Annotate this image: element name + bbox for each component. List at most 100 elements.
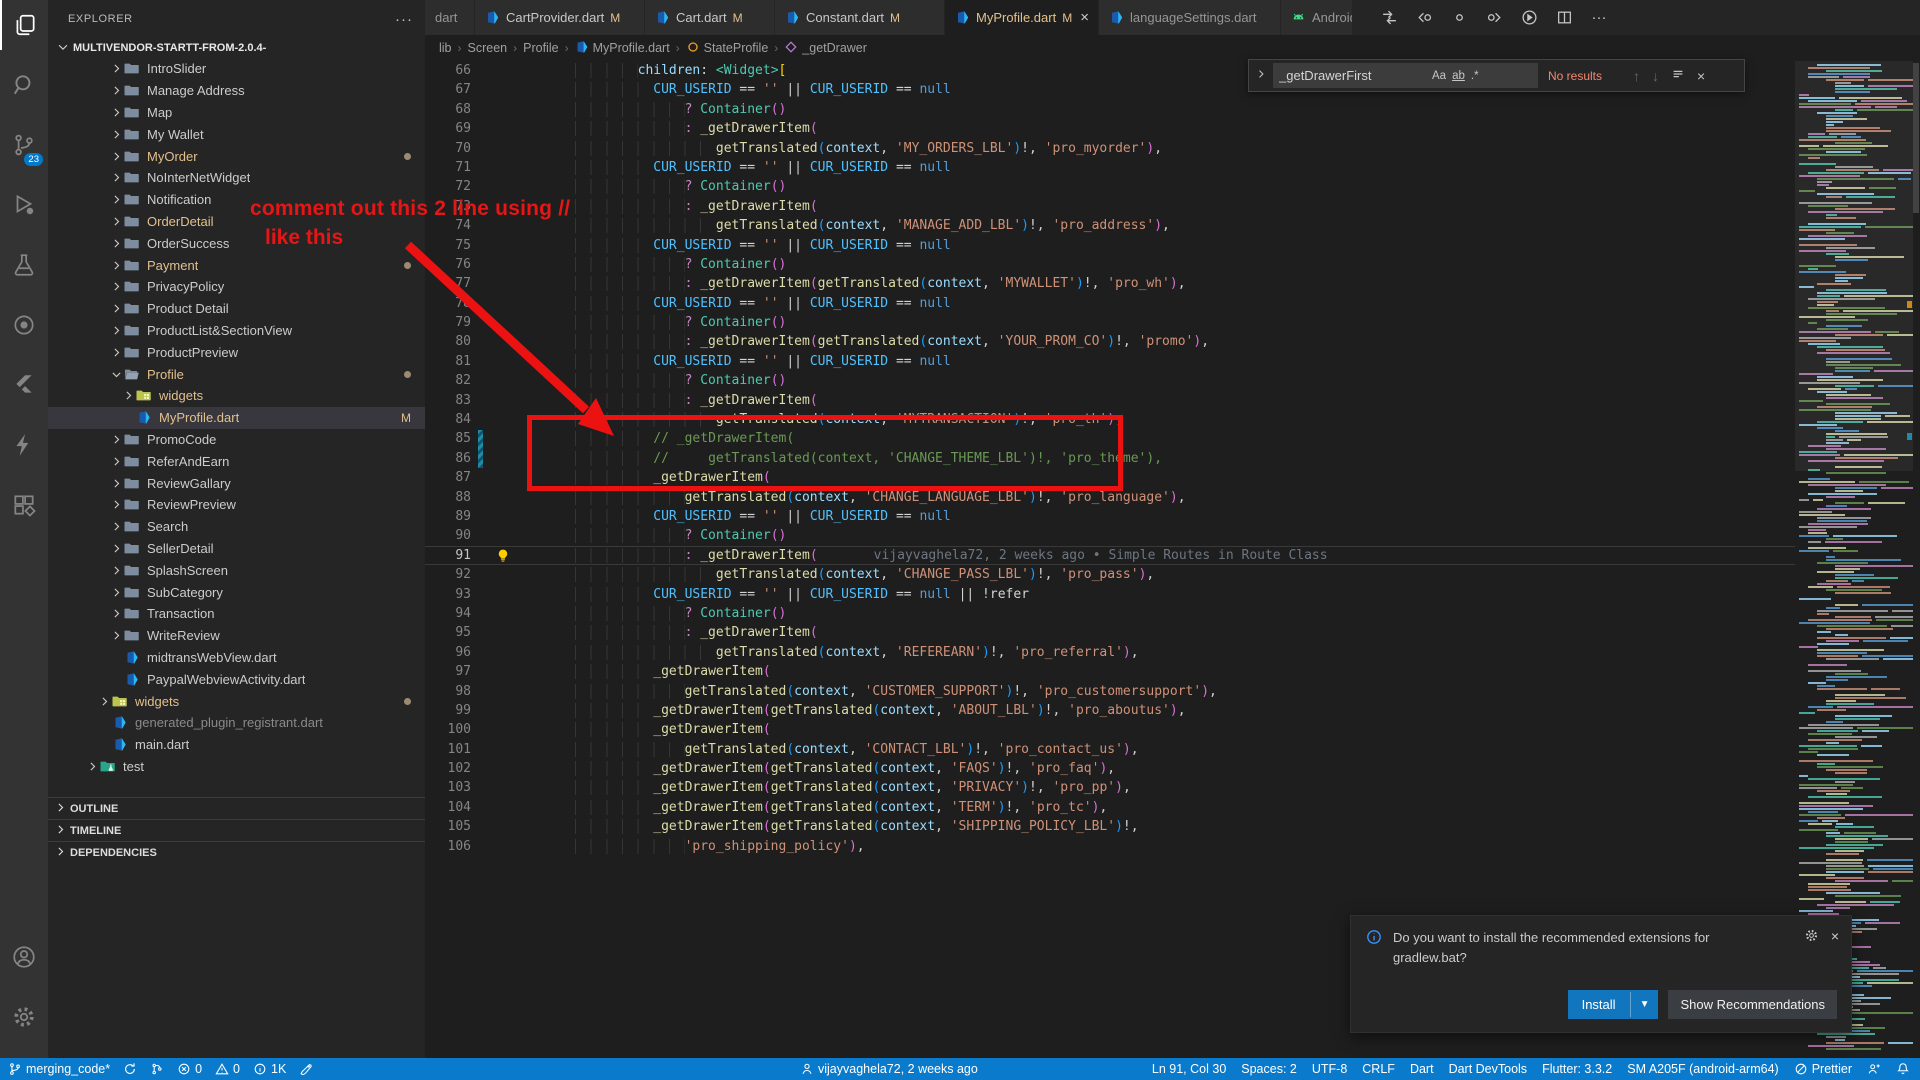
code-line-106[interactable]: 106 'pro_shipping_policy'), — [425, 837, 1795, 856]
code-line-88[interactable]: 88 getTranslated(context, 'CHANGE_LANGUA… — [425, 488, 1795, 507]
code-line-105[interactable]: 105 _getDrawerItem(getTranslated(context… — [425, 817, 1795, 836]
devtools-icon[interactable] — [0, 300, 48, 350]
breadcrumb-item-lib[interactable]: lib — [439, 41, 452, 55]
next-change-icon[interactable] — [1485, 9, 1503, 27]
sidebar-folder-manage-address[interactable]: Manage Address — [48, 80, 425, 102]
lightbulb-icon[interactable] — [495, 548, 511, 564]
sidebar-file-generated-plugin-registrant-dart[interactable]: generated_plugin_registrant.dart — [48, 712, 425, 734]
more-actions-icon[interactable]: ··· — [395, 11, 413, 28]
status-feedback[interactable] — [1867, 1062, 1881, 1076]
run-icon[interactable] — [1520, 9, 1538, 27]
code-line-96[interactable]: 96 getTranslated(context, 'REFEREARN')!,… — [425, 643, 1795, 662]
status-sync[interactable] — [123, 1062, 137, 1076]
show-recommendations-button[interactable]: Show Recommendations — [1668, 990, 1837, 1019]
code-line-72[interactable]: 72 ? Container() — [425, 177, 1795, 196]
breadcrumb-item-stateprofile[interactable]: StateProfile — [686, 40, 769, 57]
sidebar-folder-search[interactable]: Search — [48, 516, 425, 538]
prev-change-icon[interactable] — [1415, 9, 1433, 27]
status-flutter-3-3-2[interactable]: Flutter: 3.3.2 — [1542, 1062, 1612, 1076]
sidebar-section-timeline[interactable]: TIMELINE — [48, 819, 425, 841]
status-prettier[interactable]: Prettier — [1794, 1062, 1852, 1076]
regex-icon[interactable]: .* — [1468, 68, 1482, 84]
code-line-85[interactable]: 85 // _getDrawerItem( — [425, 429, 1795, 448]
scrollbar[interactable] — [1913, 61, 1920, 1058]
flutter-icon[interactable] — [0, 360, 48, 410]
minimap[interactable] — [1795, 61, 1913, 1058]
sidebar-section-outline[interactable]: OUTLINE — [48, 797, 425, 819]
search-icon[interactable] — [0, 60, 48, 110]
tab-androidi[interactable]: AndroidI — [1281, 0, 1353, 35]
sidebar-folder-profile[interactable]: Profile — [48, 363, 425, 385]
sidebar-folder-productpreview[interactable]: ProductPreview — [48, 341, 425, 363]
status-sm-a205f-android-arm64-[interactable]: SM A205F (android-arm64) — [1627, 1062, 1778, 1076]
sidebar-folder-my-wallet[interactable]: My Wallet — [48, 123, 425, 145]
code-line-75[interactable]: 75 CUR_USERID == '' || CUR_USERID == nul… — [425, 236, 1795, 255]
code-line-84[interactable]: 84 getTranslated(context, 'MYTRANSACTION… — [425, 410, 1795, 429]
notification-settings-icon[interactable] — [1804, 928, 1819, 968]
sidebar-folder-reviewgallary[interactable]: ReviewGallary — [48, 472, 425, 494]
code-line-92[interactable]: 92 getTranslated(context, 'CHANGE_PASS_L… — [425, 565, 1795, 584]
find-in-selection-icon[interactable] — [1668, 67, 1688, 84]
match-case-icon[interactable]: Aa — [1429, 68, 1449, 84]
code-line-103[interactable]: 103 _getDrawerItem(getTranslated(context… — [425, 778, 1795, 797]
more-icon[interactable]: ··· — [1590, 9, 1608, 27]
code-line-97[interactable]: 97 _getDrawerItem( — [425, 662, 1795, 681]
sidebar-section-dependencies[interactable]: DEPENDENCIES — [48, 841, 425, 863]
code-line-100[interactable]: 100 _getDrawerItem( — [425, 720, 1795, 739]
code-line-68[interactable]: 68 ? Container() — [425, 100, 1795, 119]
settings-icon[interactable] — [0, 992, 48, 1042]
open-changes-icon[interactable] — [1380, 9, 1398, 27]
sidebar-folder-productlist-sectionview[interactable]: ProductList&SectionView — [48, 320, 425, 342]
code-line-91[interactable]: 91 : _getDrawerItem(vijayvaghela72, 2 we… — [425, 546, 1795, 565]
install-dropdown-icon[interactable]: ▼ — [1630, 992, 1659, 1017]
sidebar-folder-ordersuccess[interactable]: OrderSuccess — [48, 232, 425, 254]
explorer-icon[interactable] — [0, 0, 48, 50]
status-info[interactable]: 1K — [253, 1062, 286, 1076]
code-line-80[interactable]: 80 : _getDrawerItem(getTranslated(contex… — [425, 332, 1795, 351]
close-icon[interactable]: × — [1080, 9, 1089, 26]
status-dart-devtools[interactable]: Dart DevTools — [1449, 1062, 1528, 1076]
source-control-icon[interactable]: 23 — [0, 120, 48, 170]
extensions-icon[interactable] — [0, 480, 48, 530]
status-ln-91-col-30[interactable]: Ln 91, Col 30 — [1152, 1062, 1226, 1076]
code-line-74[interactable]: 74 getTranslated(context, 'MANAGE_ADD_LB… — [425, 216, 1795, 235]
toggle-replace-icon[interactable] — [1255, 67, 1267, 85]
tab-constant-dart[interactable]: Constant.dartM — [775, 0, 945, 35]
split-editor-icon[interactable] — [1555, 9, 1573, 27]
tab-dart[interactable]: dart — [425, 0, 475, 35]
sidebar-folder-writereview[interactable]: WriteReview — [48, 625, 425, 647]
tab-cart-dart[interactable]: Cart.dartM — [645, 0, 775, 35]
sidebar-file-paypalwebviewactivity-dart[interactable]: PaypalWebviewActivity.dart — [48, 668, 425, 690]
sidebar-folder-widgets[interactable]: widgets — [48, 385, 425, 407]
code-line-69[interactable]: 69 : _getDrawerItem( — [425, 119, 1795, 138]
previous-match-icon[interactable]: ↑ — [1630, 68, 1643, 84]
no-change-icon[interactable] — [1450, 9, 1468, 27]
sidebar-folder-test[interactable]: test — [48, 756, 425, 778]
code-line-102[interactable]: 102 _getDrawerItem(getTranslated(context… — [425, 759, 1795, 778]
status-bell[interactable] — [1896, 1062, 1910, 1076]
code-line-78[interactable]: 78 CUR_USERID == '' || CUR_USERID == nul… — [425, 294, 1795, 313]
code-line-83[interactable]: 83 : _getDrawerItem( — [425, 391, 1795, 410]
code-line-73[interactable]: 73 : _getDrawerItem( — [425, 197, 1795, 216]
tab-myprofile-dart[interactable]: MyProfile.dartM× — [945, 0, 1099, 35]
code-line-94[interactable]: 94 ? Container() — [425, 604, 1795, 623]
whole-word-icon[interactable]: ab — [1449, 68, 1468, 84]
code-line-70[interactable]: 70 getTranslated(context, 'MY_ORDERS_LBL… — [425, 139, 1795, 158]
status-rocket[interactable] — [299, 1062, 313, 1076]
sidebar-folder-payment[interactable]: Payment — [48, 254, 425, 276]
status-blame[interactable]: vijayvaghela72, 2 weeks ago — [800, 1058, 978, 1080]
sidebar-folder-notification[interactable]: Notification — [48, 189, 425, 211]
sidebar-folder-promocode[interactable]: PromoCode — [48, 429, 425, 451]
sidebar-folder-orderdetail[interactable]: OrderDetail — [48, 211, 425, 233]
status-dart[interactable]: Dart — [1410, 1062, 1434, 1076]
testing-icon[interactable] — [0, 240, 48, 290]
sidebar-folder-myorder[interactable]: MyOrder — [48, 145, 425, 167]
sidebar-file-main-dart[interactable]: main.dart — [48, 734, 425, 756]
code-line-77[interactable]: 77 : _getDrawerItem(getTranslated(contex… — [425, 274, 1795, 293]
sidebar-file-myprofile-dart[interactable]: MyProfile.dartM — [48, 407, 425, 429]
breadcrumb-item-screen[interactable]: Screen — [468, 41, 508, 55]
breadcrumb-item--getdrawer[interactable]: _getDrawer — [784, 40, 867, 57]
code-line-95[interactable]: 95 : _getDrawerItem( — [425, 623, 1795, 642]
tab-cartprovider-dart[interactable]: CartProvider.dartM — [475, 0, 645, 35]
sidebar-folder-map[interactable]: Map — [48, 102, 425, 124]
